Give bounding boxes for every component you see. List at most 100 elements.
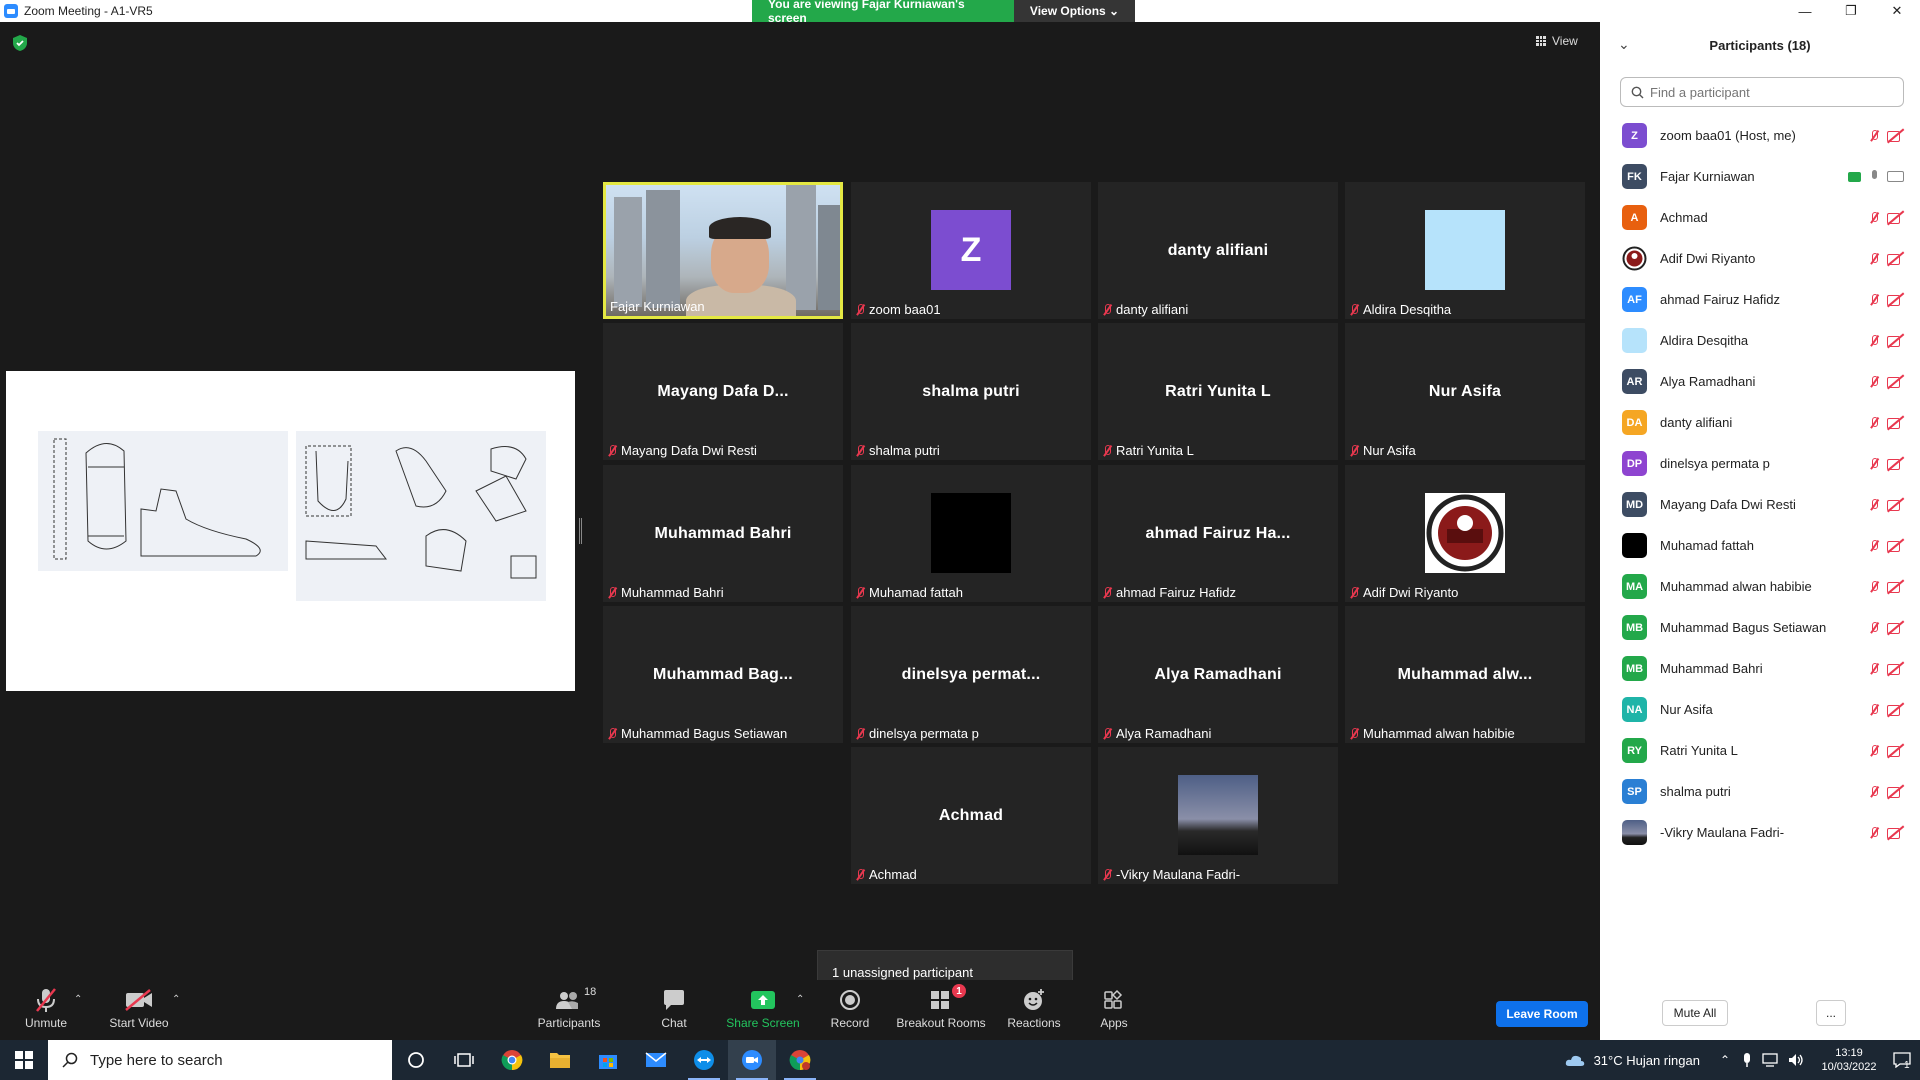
video-tile[interactable]: shalma putri shalma putri bbox=[851, 323, 1091, 460]
video-off-icon[interactable] bbox=[1887, 212, 1904, 224]
video-tile[interactable]: Muhamad fattah bbox=[851, 465, 1091, 602]
participant-row[interactable]: MD Mayang Dafa Dwi Resti bbox=[1600, 484, 1920, 525]
video-off-icon[interactable] bbox=[1887, 335, 1904, 347]
taskbar-clock[interactable]: 13:19 10/03/2022 bbox=[1814, 1046, 1884, 1074]
leave-room-button[interactable]: Leave Room bbox=[1496, 1001, 1588, 1027]
video-tile[interactable]: Aldira Desqitha bbox=[1345, 182, 1585, 319]
participant-row[interactable]: Muhamad fattah bbox=[1600, 525, 1920, 566]
video-tile[interactable]: Achmad Achmad bbox=[851, 747, 1091, 884]
view-layout-button[interactable]: View bbox=[1536, 34, 1578, 48]
participant-row[interactable]: SP shalma putri bbox=[1600, 771, 1920, 812]
participant-row[interactable]: MA Muhammad alwan habibie bbox=[1600, 566, 1920, 607]
mic-muted-icon[interactable] bbox=[1869, 744, 1879, 757]
mic-muted-icon[interactable] bbox=[1869, 703, 1879, 716]
mic-muted-icon[interactable] bbox=[1869, 416, 1879, 429]
video-off-icon[interactable] bbox=[1887, 786, 1904, 798]
video-tile[interactable]: Alya Ramadhani Alya Ramadhani bbox=[1098, 606, 1338, 743]
video-tile[interactable]: Zzoom baa01 bbox=[851, 182, 1091, 319]
video-off-icon[interactable] bbox=[1887, 253, 1904, 265]
video-off-icon[interactable] bbox=[1887, 499, 1904, 511]
minimize-button[interactable]: — bbox=[1782, 0, 1828, 22]
reactions-button[interactable]: Reactions bbox=[1006, 986, 1062, 1030]
apps-button[interactable]: Apps bbox=[1096, 986, 1132, 1030]
mic-muted-icon[interactable] bbox=[1869, 334, 1879, 347]
participant-row[interactable]: A Achmad bbox=[1600, 197, 1920, 238]
mic-on-icon[interactable] bbox=[1869, 169, 1879, 184]
participant-row[interactable]: -Vikry Maulana Fadri- bbox=[1600, 812, 1920, 853]
mic-muted-icon[interactable] bbox=[1869, 211, 1879, 224]
video-tile[interactable]: Muhammad alw... Muhammad alwan habibie bbox=[1345, 606, 1585, 743]
video-on-icon[interactable] bbox=[1887, 171, 1904, 182]
video-tile[interactable]: Muhammad Bahri Muhammad Bahri bbox=[603, 465, 843, 602]
video-off-icon[interactable] bbox=[1887, 581, 1904, 593]
mic-muted-icon[interactable] bbox=[1869, 621, 1879, 634]
participant-row[interactable]: FK Fajar Kurniawan bbox=[1600, 156, 1920, 197]
split-divider-handle[interactable] bbox=[579, 518, 582, 544]
share-options-caret-icon[interactable]: ⌃ bbox=[796, 994, 804, 1005]
store-button[interactable] bbox=[584, 1040, 632, 1080]
start-video-button[interactable]: Start Video bbox=[106, 986, 172, 1030]
video-tile[interactable]: Mayang Dafa D... Mayang Dafa Dwi Resti bbox=[603, 323, 843, 460]
teamviewer-button[interactable] bbox=[680, 1040, 728, 1080]
participant-row[interactable]: NA Nur Asifa bbox=[1600, 689, 1920, 730]
share-screen-button[interactable]: Share Screen bbox=[726, 986, 800, 1030]
show-hidden-icons-icon[interactable]: ⌃ bbox=[1720, 1053, 1730, 1067]
mic-muted-icon[interactable] bbox=[1869, 539, 1879, 552]
video-tile[interactable]: Adif Dwi Riyanto bbox=[1345, 465, 1585, 602]
participant-row[interactable]: Zzoom baa01 (Host, me) bbox=[1600, 115, 1920, 156]
video-tile[interactable]: Fajar Kurniawan bbox=[603, 182, 843, 319]
task-view-button[interactable] bbox=[440, 1040, 488, 1080]
video-off-icon[interactable] bbox=[1887, 458, 1904, 470]
notification-center-button[interactable]: 1 bbox=[1884, 1040, 1920, 1080]
video-off-icon[interactable] bbox=[1887, 294, 1904, 306]
participant-row[interactable]: AF ahmad Fairuz Hafidz bbox=[1600, 279, 1920, 320]
mic-muted-icon[interactable] bbox=[1869, 785, 1879, 798]
participant-row[interactable]: Aldira Desqitha bbox=[1600, 320, 1920, 361]
participant-search-box[interactable] bbox=[1620, 77, 1904, 107]
maximize-button[interactable]: ❐ bbox=[1828, 0, 1874, 22]
volume-icon[interactable] bbox=[1788, 1053, 1804, 1067]
video-tile[interactable]: -Vikry Maulana Fadri- bbox=[1098, 747, 1338, 884]
collapse-chevron-icon[interactable]: ⌄ bbox=[1618, 36, 1630, 53]
video-off-icon[interactable] bbox=[1887, 745, 1904, 757]
mic-muted-icon[interactable] bbox=[1869, 252, 1879, 265]
mic-muted-icon[interactable] bbox=[1869, 375, 1879, 388]
video-off-icon[interactable] bbox=[1887, 376, 1904, 388]
video-off-icon[interactable] bbox=[1887, 827, 1904, 839]
video-off-icon[interactable] bbox=[1887, 704, 1904, 716]
weather-text[interactable]: 31°C Hujan ringan bbox=[1594, 1053, 1700, 1068]
video-tile[interactable]: danty alifiani danty alifiani bbox=[1098, 182, 1338, 319]
chat-button[interactable]: Chat bbox=[650, 986, 698, 1030]
participant-row[interactable]: MB Muhammad Bahri bbox=[1600, 648, 1920, 689]
audio-options-caret-icon[interactable]: ⌃ bbox=[74, 994, 82, 1005]
network-icon[interactable] bbox=[1762, 1053, 1778, 1067]
file-explorer-button[interactable] bbox=[536, 1040, 584, 1080]
video-off-icon[interactable] bbox=[1887, 622, 1904, 634]
participant-row[interactable]: AR Alya Ramadhani bbox=[1600, 361, 1920, 402]
chrome-taskbar-button[interactable] bbox=[488, 1040, 536, 1080]
participant-row[interactable]: DP dinelsya permata p bbox=[1600, 443, 1920, 484]
participant-row[interactable]: MB Muhammad Bagus Setiawan bbox=[1600, 607, 1920, 648]
participants-button[interactable]: 18 Participants bbox=[536, 986, 602, 1030]
mic-muted-icon[interactable] bbox=[1869, 293, 1879, 306]
video-tile[interactable]: ahmad Fairuz Ha... ahmad Fairuz Hafidz bbox=[1098, 465, 1338, 602]
zoom-taskbar-button[interactable] bbox=[728, 1040, 776, 1080]
participant-row[interactable]: DA danty alifiani bbox=[1600, 402, 1920, 443]
participant-row[interactable]: Adif Dwi Riyanto bbox=[1600, 238, 1920, 279]
encryption-shield-icon[interactable] bbox=[12, 34, 28, 52]
microphone-tray-icon[interactable] bbox=[1742, 1052, 1752, 1068]
mic-muted-icon[interactable] bbox=[1869, 129, 1879, 142]
video-tile[interactable]: Ratri Yunita L Ratri Yunita L bbox=[1098, 323, 1338, 460]
video-options-caret-icon[interactable]: ⌃ bbox=[172, 994, 180, 1005]
view-options-button[interactable]: View Options ⌄ bbox=[1014, 0, 1135, 22]
mic-muted-icon[interactable] bbox=[1869, 580, 1879, 593]
video-tile[interactable]: dinelsya permat... dinelsya permata p bbox=[851, 606, 1091, 743]
mail-button[interactable] bbox=[632, 1040, 680, 1080]
mute-all-button[interactable]: Mute All bbox=[1662, 1000, 1728, 1026]
video-tile[interactable]: Nur Asifa Nur Asifa bbox=[1345, 323, 1585, 460]
close-button[interactable]: ✕ bbox=[1874, 0, 1920, 22]
shared-screen[interactable] bbox=[6, 371, 575, 691]
mic-muted-icon[interactable] bbox=[1869, 457, 1879, 470]
start-button[interactable] bbox=[0, 1040, 48, 1080]
video-off-icon[interactable] bbox=[1887, 130, 1904, 142]
